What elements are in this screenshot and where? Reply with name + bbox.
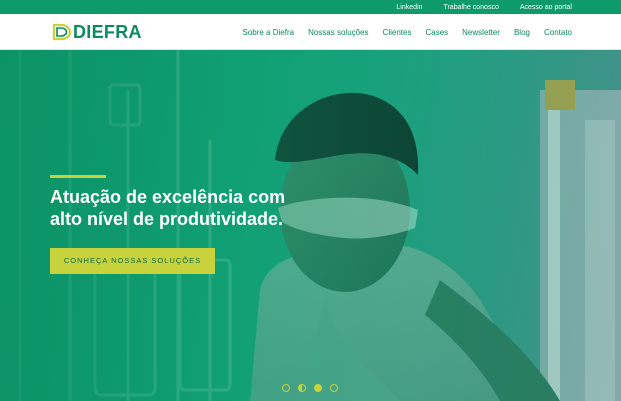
hero-banner: Atuação de excelência com alto nível de …: [0, 50, 621, 401]
slider-dot-1[interactable]: [282, 384, 290, 392]
site-header: DIEFRA Sobre a Diefra Nossas soluções Cl…: [0, 14, 621, 50]
trabalhe-conosco-link[interactable]: Trabalhe conosco: [443, 4, 498, 11]
nav-blog[interactable]: Blog: [514, 28, 530, 37]
logo-text: DIEFRA: [73, 22, 142, 42]
slider-dot-3[interactable]: [314, 384, 322, 392]
slider-dot-4[interactable]: [330, 384, 338, 392]
headline-accent-line: [50, 175, 106, 178]
hero-headline-line-1: Atuação de excelência com: [50, 187, 286, 207]
site-logo[interactable]: DIEFRA: [50, 22, 142, 42]
slider-dot-2[interactable]: [298, 384, 306, 392]
linkedin-link[interactable]: Linkedin: [396, 4, 422, 11]
hero-headline: Atuação de excelência com alto nível de …: [50, 186, 310, 230]
nav-cases[interactable]: Cases: [425, 28, 448, 37]
nav-sobre-a-diefra[interactable]: Sobre a Diefra: [242, 28, 294, 37]
acesso-portal-link[interactable]: Acesso ao portal: [520, 4, 572, 11]
nav-contato[interactable]: Contato: [544, 28, 572, 37]
logo-mark-icon: [52, 23, 72, 41]
nav-clientes[interactable]: Clientes: [383, 28, 412, 37]
main-nav: Sobre a Diefra Nossas soluções Clientes …: [228, 14, 572, 50]
top-utility-bar: Linkedin Trabalhe conosco Acesso ao port…: [0, 0, 621, 14]
hero-headline-line-2: alto nível de produtividade.: [50, 209, 284, 229]
nav-newsletter[interactable]: Newsletter: [462, 28, 500, 37]
nav-nossas-solucoes[interactable]: Nossas soluções: [308, 28, 368, 37]
cta-conheca-solucoes-button[interactable]: CONHEÇA NOSSAS SOLUÇÕES: [50, 248, 215, 274]
slider-dots: [282, 384, 346, 394]
